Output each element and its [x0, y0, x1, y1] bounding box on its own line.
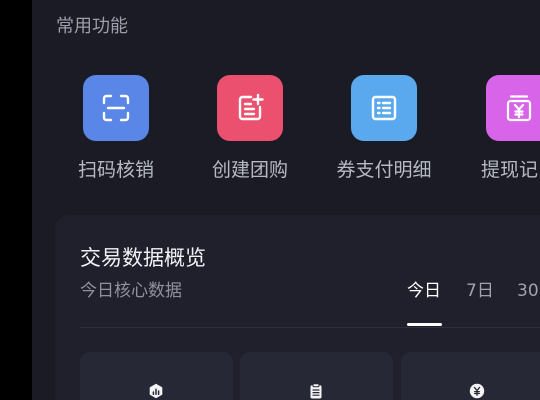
shortcut-create-group-buy-button[interactable]: [217, 75, 283, 141]
stat-card[interactable]: [240, 352, 393, 400]
scan-icon: [102, 94, 130, 122]
shortcut-label: 扫码核销: [77, 159, 154, 181]
shortcut-withdraw-records-button[interactable]: [486, 75, 540, 141]
shortcut-label: 券支付明细: [336, 159, 432, 181]
shortcut-label: 提现记: [481, 159, 539, 181]
yen-circle-icon: [469, 383, 485, 399]
document-plus-icon: [238, 93, 264, 121]
bar-chart-hexagon-icon: [148, 383, 164, 399]
shortcut-coupon-payment-details-button[interactable]: [351, 75, 417, 141]
tab-30-days[interactable]: 30: [517, 280, 539, 302]
yen-card-icon: [506, 95, 532, 122]
tab-7-days[interactable]: 7日: [466, 280, 494, 302]
app-screen: 常用功能 扫码核销 创建团购 券支付明细 提现记 交易数据概览 今日核心数据 今…: [0, 0, 540, 400]
shortcut-scan-verify-button[interactable]: [83, 75, 149, 141]
shortcut-label: 创建团购: [211, 159, 288, 181]
stat-card[interactable]: [80, 352, 233, 400]
clipboard-icon: [308, 383, 324, 399]
section-title: 常用功能: [56, 16, 128, 37]
active-tab-indicator: [407, 323, 442, 326]
tab-today[interactable]: 今日: [407, 280, 441, 302]
left-edge: [0, 0, 32, 400]
tabs-divider: [80, 327, 540, 328]
overview-title: 交易数据概览: [80, 246, 206, 270]
list-icon: [371, 95, 397, 121]
stat-card[interactable]: [401, 352, 540, 400]
overview-subtitle: 今日核心数据: [80, 281, 182, 301]
